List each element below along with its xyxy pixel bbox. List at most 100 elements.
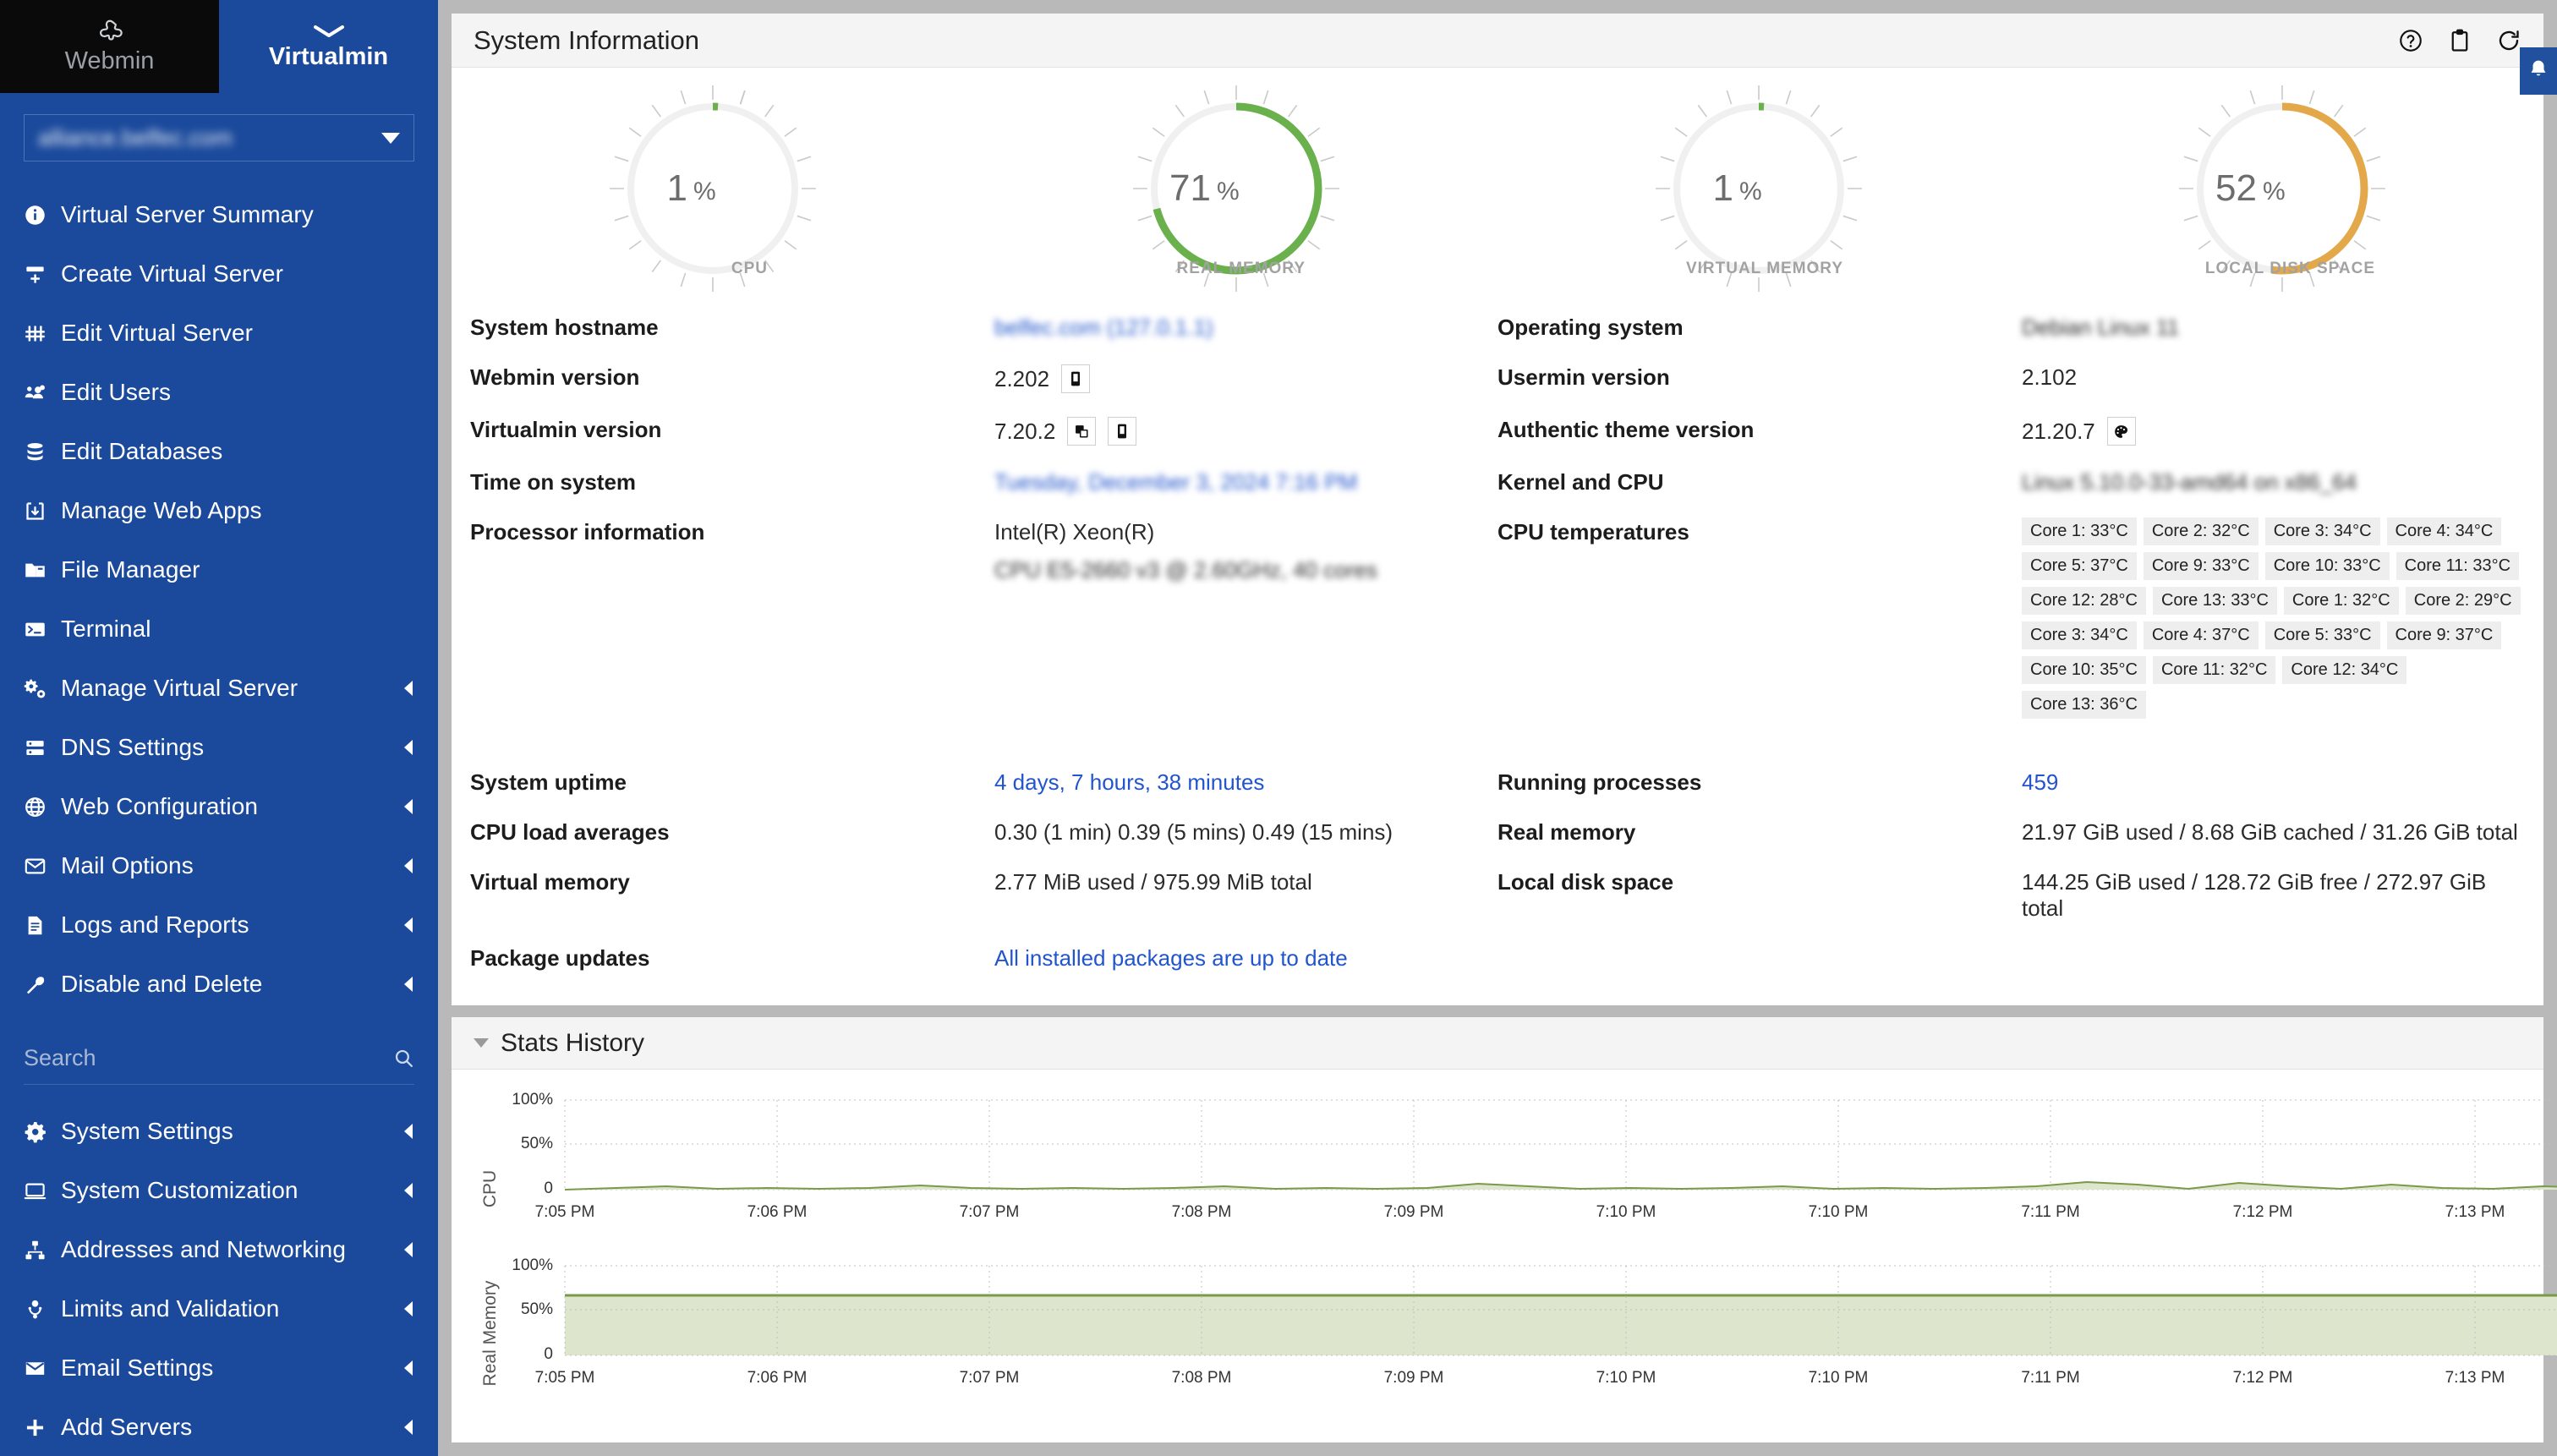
- envelope-icon: [24, 1357, 61, 1380]
- temp-badge: Core 11: 33°C: [2396, 552, 2519, 580]
- sidebar-item-file-manager[interactable]: File Manager: [0, 540, 438, 599]
- info-value-virtualmin-version: 7.20.2: [994, 405, 1498, 457]
- svg-text:7:10 PM: 7:10 PM: [1809, 1203, 1869, 1221]
- sliders-icon: [24, 322, 61, 345]
- svg-text:7:06 PM: 7:06 PM: [747, 1203, 808, 1221]
- network-icon: [24, 1239, 61, 1262]
- authentic-theme-version-text: 21.20.7: [2022, 419, 2095, 445]
- triangle-down-icon[interactable]: [474, 1038, 489, 1048]
- svg-text:7:05 PM: 7:05 PM: [535, 1369, 595, 1387]
- chevron-right-icon: [404, 1301, 413, 1316]
- sidebar-item-label: File Manager: [61, 556, 200, 583]
- sidebar-item-create-virtual-server[interactable]: Create Virtual Server: [0, 244, 438, 304]
- temp-badge: Core 4: 34°C: [2387, 517, 2502, 545]
- folder-icon: [24, 559, 61, 582]
- sidebar-item-web-configuration[interactable]: Web Configuration: [0, 777, 438, 836]
- card-header: System Information: [452, 14, 2543, 68]
- sidebar-item-limits-and-validation[interactable]: Limits and Validation: [0, 1279, 438, 1338]
- sidebar-item-virtual-server-summary[interactable]: Virtual Server Summary: [0, 185, 438, 244]
- webmin-version-text: 2.202: [994, 366, 1049, 392]
- info-value-time-on-system: Tuesday, December 3, 2024 7:16 PM: [994, 457, 1498, 507]
- sidebar-item-label: Virtual Server Summary: [61, 201, 314, 228]
- sidebar-item-add-servers[interactable]: Add Servers: [0, 1398, 438, 1456]
- temp-badge: Core 5: 33°C: [2265, 621, 2380, 649]
- temp-badge: Core 4: 37°C: [2144, 621, 2259, 649]
- sidebar-item-disable-and-delete[interactable]: Disable and Delete: [0, 955, 438, 1014]
- help-icon[interactable]: [2398, 28, 2423, 53]
- info-value-usermin-version: 2.102: [2022, 353, 2525, 402]
- info-label: System hostname: [470, 303, 994, 353]
- svg-text:7:06 PM: 7:06 PM: [747, 1369, 808, 1387]
- page-title: System Information: [474, 25, 699, 56]
- sidebar-item-edit-users[interactable]: Edit Users: [0, 363, 438, 422]
- temp-badge: Core 1: 32°C: [2284, 587, 2399, 615]
- svg-text:7:12 PM: 7:12 PM: [2233, 1203, 2293, 1221]
- license-icon[interactable]: [1067, 417, 1096, 446]
- module-icon[interactable]: [1061, 364, 1090, 393]
- sidebar-menu-secondary: System Settings System Customization Add…: [0, 1102, 438, 1456]
- stat-value-system-uptime[interactable]: 4 days, 7 hours, 38 minutes: [994, 758, 1498, 807]
- sidebar-item-label: Add Servers: [61, 1414, 192, 1441]
- terminal-icon: [24, 618, 61, 641]
- domain-selector[interactable]: alliance.belfec.com: [24, 114, 414, 161]
- notifications-tab[interactable]: [2520, 47, 2557, 95]
- svg-text:7:12 PM: 7:12 PM: [2233, 1369, 2293, 1387]
- sidebar-item-dns-settings[interactable]: DNS Settings: [0, 718, 438, 777]
- chart-cpu-ytick-0: 0: [544, 1180, 553, 1197]
- temp-badge: Core 11: 32°C: [2153, 656, 2275, 684]
- gauge-unit: %: [1217, 178, 1240, 205]
- info-label: Authentic theme version: [1498, 405, 2022, 455]
- chevron-right-icon: [404, 1124, 413, 1139]
- sidebar-menu-primary: Virtual Server Summary Create Virtual Se…: [0, 185, 438, 1014]
- module-icon[interactable]: [1108, 417, 1136, 446]
- stat-value-package-updates[interactable]: All installed packages are up to date: [994, 933, 1498, 983]
- processor-text-redacted: CPU E5-2660 v3 @ 2.60GHz, 40 cores: [994, 557, 1377, 583]
- tab-virtualmin[interactable]: Virtualmin: [219, 0, 438, 93]
- stats-history-header[interactable]: Stats History: [452, 1017, 2543, 1070]
- box-download-icon: [24, 500, 61, 523]
- sidebar-item-label: Manage Virtual Server: [61, 675, 298, 702]
- sidebar-item-terminal[interactable]: Terminal: [0, 599, 438, 659]
- sidebar-item-edit-databases[interactable]: Edit Databases: [0, 422, 438, 481]
- sidebar-item-manage-virtual-server[interactable]: Manage Virtual Server: [0, 659, 438, 718]
- palette-icon[interactable]: [2107, 417, 2136, 446]
- sidebar-item-edit-virtual-server[interactable]: Edit Virtual Server: [0, 304, 438, 363]
- svg-text:7:08 PM: 7:08 PM: [1172, 1203, 1232, 1221]
- tab-webmin[interactable]: Webmin: [0, 0, 219, 93]
- sidebar-item-logs-and-reports[interactable]: Logs and Reports: [0, 895, 438, 955]
- refresh-icon[interactable]: [2496, 28, 2521, 53]
- search-input[interactable]: [24, 1045, 393, 1071]
- sidebar-item-label: Disable and Delete: [61, 971, 262, 998]
- sidebar-item-label: Terminal: [61, 616, 151, 643]
- sidebar-item-label: DNS Settings: [61, 734, 204, 761]
- sidebar-item-label: System Customization: [61, 1177, 298, 1204]
- search-box[interactable]: [24, 1032, 414, 1085]
- sidebar-item-manage-web-apps[interactable]: Manage Web Apps: [0, 481, 438, 540]
- sidebar-item-system-customization[interactable]: System Customization: [0, 1161, 438, 1220]
- clipboard-icon[interactable]: [2447, 28, 2472, 53]
- main-content: System Information: [438, 0, 2557, 1456]
- info-circle-icon: [24, 204, 61, 227]
- gauge-label: CPU: [731, 260, 768, 277]
- gauge-label: LOCAL DISK SPACE: [2205, 260, 2375, 277]
- gauge-real-memory: 71 % REAL MEMORY: [975, 83, 1498, 294]
- temp-badge: Core 13: 36°C: [2022, 691, 2146, 719]
- globe-icon: [24, 796, 61, 818]
- gears-icon: [24, 677, 61, 700]
- sidebar-item-system-settings[interactable]: System Settings: [0, 1102, 438, 1161]
- chart-memory-xticks: 7:05 PM 7:06 PM 7:07 PM 7:08 PM 7:09 PM …: [535, 1369, 2557, 1387]
- sidebar-item-label: Edit Users: [61, 379, 171, 406]
- sidebar-item-addresses-and-networking[interactable]: Addresses and Networking: [0, 1220, 438, 1279]
- stat-value-running-processes[interactable]: 459: [2022, 758, 2525, 807]
- search-icon[interactable]: [393, 1048, 414, 1069]
- sidebar-item-email-settings[interactable]: Email Settings: [0, 1338, 438, 1398]
- grid-spacer: [2022, 729, 2525, 758]
- sidebar-item-mail-options[interactable]: Mail Options: [0, 836, 438, 895]
- chevron-right-icon: [404, 1242, 413, 1257]
- svg-text:7:09 PM: 7:09 PM: [1384, 1203, 1444, 1221]
- resource-gauges: 1 % CPU: [452, 68, 2543, 303]
- svg-text:7:11 PM: 7:11 PM: [2021, 1369, 2079, 1387]
- svg-text:7:07 PM: 7:07 PM: [960, 1203, 1020, 1221]
- chart-cpu: CPU 100% 50% 0: [480, 1091, 2557, 1221]
- sidebar-item-label: Web Configuration: [61, 793, 258, 820]
